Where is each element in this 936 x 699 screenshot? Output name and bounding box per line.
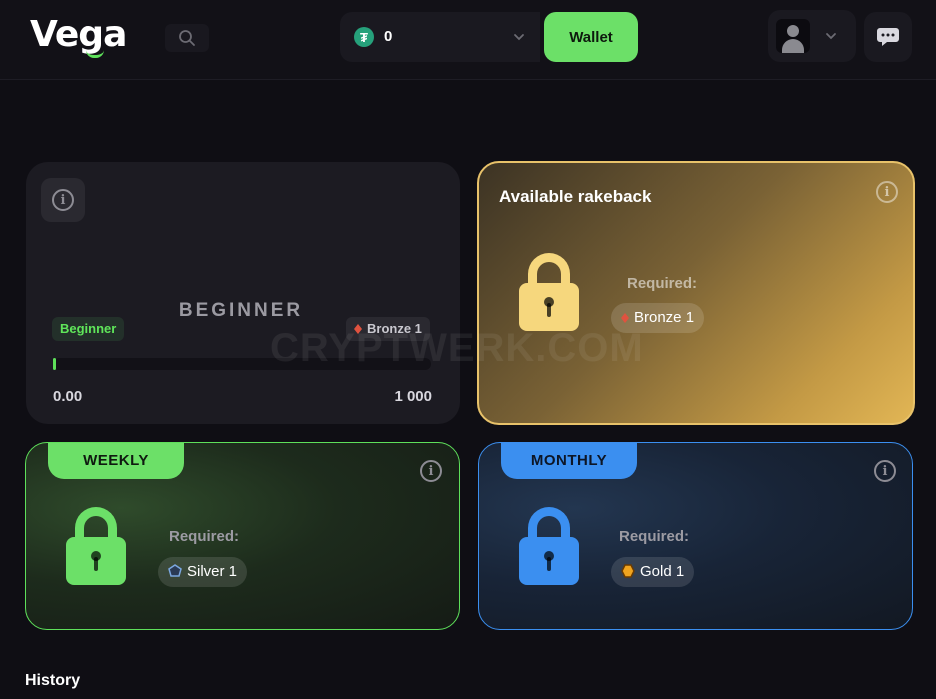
progress-min: 0.00 [53,388,83,405]
info-icon[interactable]: i [874,460,896,482]
chevron-down-icon [826,33,836,40]
info-icon[interactable]: i [420,460,442,482]
rakeback-card: Available rakeback i Required: Bronze 1 [477,161,915,425]
level-info-button[interactable]: i [41,178,85,222]
required-rank: Silver 1 [187,563,238,580]
monthly-card: MONTHLY i Required: Gold 1 [478,442,913,630]
required-rank: Gold 1 [640,563,685,580]
weekly-card: WEEKLY i Required: Silver 1 [25,442,460,630]
bronze-diamond-icon [621,313,629,323]
monthly-tab: MONTHLY [501,443,637,479]
top-bar: Vega ₮ 0 Wallet [0,0,936,80]
info-icon[interactable]: i [876,181,898,203]
profile-menu[interactable] [768,10,856,62]
chat-button[interactable] [864,12,912,62]
rakeback-title: Available rakeback [499,187,652,206]
avatar-body [782,39,804,53]
silver-badge-icon [168,564,182,577]
wallet-button[interactable]: Wallet [544,12,638,62]
progress-max: 1 000 [394,388,432,405]
balance-amount: 0 [384,28,393,45]
current-level-badge: Beginner [52,317,125,341]
required-rank-pill: Silver 1 [158,557,248,587]
level-card: i BEGINNER Beginner Bronze 1 0.00 1 000 [26,162,460,424]
vega-logo[interactable]: Vega [30,14,127,55]
info-icon: i [52,189,74,211]
required-label: Required: [619,528,690,545]
weekly-tab: WEEKLY [48,443,184,479]
history-heading: History [25,672,81,689]
chevron-down-icon [514,34,524,41]
avatar[interactable] [776,19,810,53]
level-progress-fill [53,358,56,370]
balance-selector[interactable]: ₮ 0 [340,12,540,62]
logo-swoosh [86,50,104,58]
search-button[interactable] [165,24,209,52]
avatar-head [787,25,799,37]
required-rank: Bronze 1 [634,309,695,326]
search-icon [179,30,195,46]
required-label: Required: [169,528,240,545]
gold-badge-icon [621,564,635,578]
required-label: Required: [627,275,698,292]
watermark: CRYPTWERK.COM [270,326,644,370]
chat-icon [877,28,899,46]
tether-icon: ₮ [354,27,374,47]
required-rank-pill: Gold 1 [611,557,695,587]
